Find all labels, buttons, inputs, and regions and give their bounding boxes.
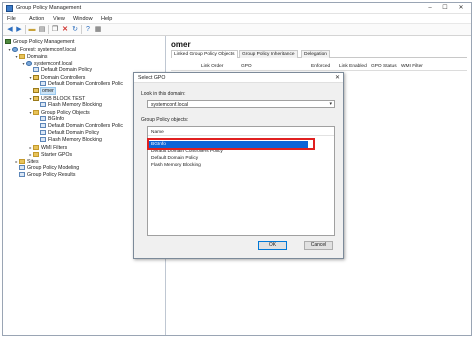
domain-label: Look in this domain: [141, 91, 186, 97]
dialog-close-icon[interactable]: ✕ [335, 74, 340, 81]
gpmc-root-icon [5, 39, 11, 44]
folder-icon [19, 159, 25, 164]
highlight-annotation [147, 138, 315, 150]
folder-icon [33, 110, 39, 115]
col-link-enabled[interactable]: Link Enabled [339, 64, 367, 69]
tree-node-gp-modeling[interactable]: Group Policy Modeling [19, 165, 79, 172]
tab-linked-gpos[interactable]: Linked Group Policy Objects [171, 50, 238, 58]
col-wmi-filter[interactable]: WMI Filter [401, 64, 423, 69]
col-gpo-status[interactable]: GPO Status [371, 64, 397, 69]
tree-node-usb-block-test[interactable]: ▾ USB BLOCK TEST [28, 95, 85, 102]
tree-node-starter-gpos[interactable]: ▸ Starter GPOs [28, 151, 72, 158]
dialog-title: Select GPO [138, 75, 166, 81]
tree-node-domain-controllers[interactable]: ▾ Domain Controllers [28, 74, 85, 81]
col-gpo[interactable]: GPO [241, 64, 252, 69]
folder-icon [33, 145, 39, 150]
tab-delegation[interactable]: Delegation [301, 50, 330, 58]
gpo-icon [40, 116, 46, 121]
forward-arrow-icon[interactable]: ▶ [15, 26, 23, 34]
tree-node-gpo-bginfo[interactable]: BGInfo [40, 116, 64, 123]
ou-icon [33, 88, 39, 93]
tree-node-sites[interactable]: ▸ Sites [14, 158, 39, 165]
gpo-list-label: Group Policy objects: [141, 117, 189, 123]
chevron-down-icon[interactable]: ▾ [329, 101, 332, 107]
window-title: Group Policy Management [16, 5, 82, 11]
folder-icon [19, 54, 25, 59]
col-enforced[interactable]: Enforced [311, 64, 330, 69]
menu-bar: File Action View Window Help [3, 14, 471, 24]
tree-node-group-policy-objects[interactable]: ▾ Group Policy Objects [28, 109, 90, 116]
tree-node-default-dc-policy-link[interactable]: Default Domain Controllers Polic [40, 81, 123, 88]
gpo-icon [40, 123, 46, 128]
details-tabs: Linked Group Policy Objects Group Policy… [171, 50, 467, 58]
gpo-icon [40, 130, 46, 135]
tree-node-gpo-default-dc-policy[interactable]: Default Domain Controllers Polic [40, 123, 123, 130]
toolbar: ◀ ▶ ▬ ▤ ❐ ✕ ↻ ? ▦ [3, 24, 471, 36]
tree-node-omer[interactable]: omer [33, 87, 56, 95]
domain-icon [26, 61, 32, 66]
gpo-link-icon [33, 67, 39, 72]
results-icon [19, 172, 25, 177]
gpo-list-header: Name [148, 129, 334, 136]
toolbar-separator [48, 25, 49, 34]
maximize-button[interactable]: ☐ [438, 4, 452, 13]
panel-icon[interactable]: ▦ [94, 26, 102, 34]
properties-icon[interactable]: ▤ [38, 26, 46, 34]
close-button[interactable]: ✕ [454, 4, 468, 13]
ou-icon [33, 75, 39, 80]
links-column-header: Link Order GPO Enforced Link Enabled GPO… [171, 62, 467, 71]
tree-node-flash-memory-link[interactable]: Flash Memory Blocking [40, 102, 102, 109]
folder-icon [33, 152, 39, 157]
col-link-order[interactable]: Link Order [201, 64, 223, 69]
page-title: omer [171, 40, 191, 49]
gpo-list-item[interactable]: Default Domain Policy [148, 155, 340, 162]
copy-icon[interactable]: ❐ [51, 26, 59, 34]
menu-file[interactable]: File [7, 16, 16, 22]
ok-button[interactable]: OK [258, 241, 287, 250]
ou-icon [33, 96, 39, 101]
cancel-button[interactable]: Cancel [304, 241, 333, 250]
tree-node-default-domain-policy-link[interactable]: Default Domain Policy [33, 67, 92, 74]
help-icon[interactable]: ? [84, 26, 92, 34]
forest-icon [12, 47, 18, 52]
back-arrow-icon[interactable]: ◀ [6, 26, 14, 34]
menu-action[interactable]: Action [29, 16, 44, 22]
domain-select-value: systemconf.local [151, 102, 188, 108]
minimize-button[interactable]: – [423, 4, 437, 13]
gpo-link-icon [40, 81, 46, 86]
menu-window[interactable]: Window [73, 16, 93, 22]
tree-node-gpo-flash-memory[interactable]: Flash Memory Blocking [40, 137, 102, 144]
menu-help[interactable]: Help [101, 16, 112, 22]
gpo-link-icon [40, 102, 46, 107]
gpmc-app-icon [6, 5, 13, 12]
tab-gp-inheritance[interactable]: Group Policy Inheritance [239, 50, 298, 58]
toolbar-separator [81, 25, 82, 34]
delete-icon[interactable]: ✕ [61, 26, 69, 34]
tree-node-gp-results[interactable]: Group Policy Results [19, 172, 75, 179]
tree-node-forest[interactable]: ▾ Forest: systemconf.local [7, 46, 76, 53]
tree-node-gpmc-root[interactable]: Group Policy Management [5, 39, 74, 46]
folder-up-icon[interactable]: ▬ [28, 26, 36, 34]
domain-select[interactable]: systemconf.local ▾ [147, 100, 335, 108]
menu-view[interactable]: View [53, 16, 65, 22]
refresh-icon[interactable]: ↻ [71, 26, 79, 34]
name-column-header[interactable]: Name [151, 130, 164, 135]
tree-node-gpo-default-domain-policy[interactable]: Default Domain Policy [40, 130, 99, 137]
dialog-title-bar: Select GPO ✕ [134, 73, 343, 83]
tree-node-domains[interactable]: ▾ Domains [14, 53, 47, 60]
toolbar-separator [25, 25, 26, 34]
tree-node-wmi-filters[interactable]: ▸ WMI Filters [28, 144, 67, 151]
modeling-icon [19, 165, 25, 170]
gpo-list-item[interactable]: Flash Memory Blocking [148, 162, 340, 169]
tree-node-domain[interactable]: ▾ systemconf.local [21, 60, 72, 67]
title-bar: Group Policy Management – ☐ ✕ [3, 3, 471, 14]
gpo-icon [40, 137, 46, 142]
